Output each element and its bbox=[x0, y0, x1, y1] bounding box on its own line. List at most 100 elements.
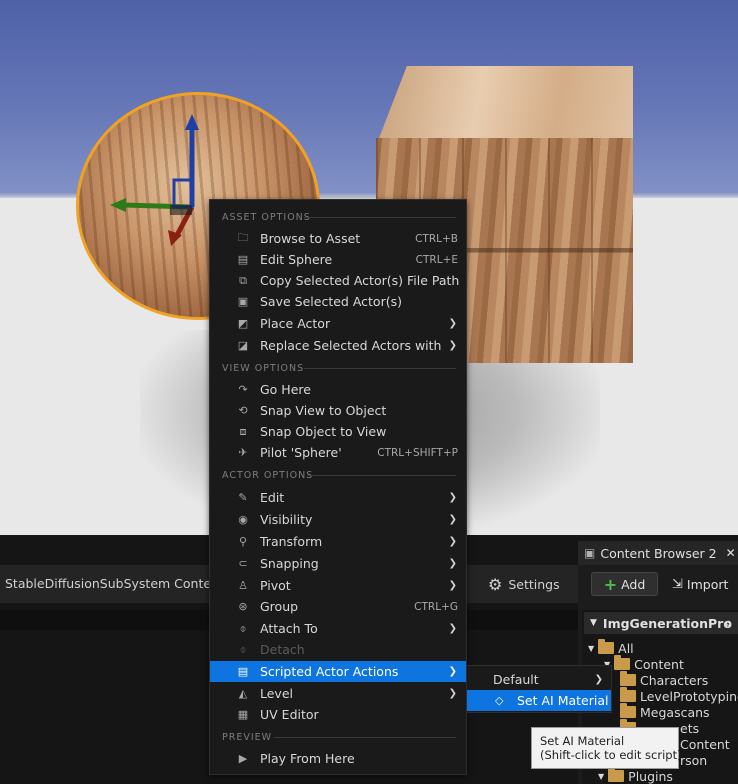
menu-item-browse-to-asset[interactable]: 🗀 Browse to Asset CTRL+B bbox=[210, 228, 466, 249]
snap-object-icon: ⧈ bbox=[239, 424, 247, 438]
actor-context-menu: ASSET OPTIONS 🗀 Browse to Asset CTRL+B ▤… bbox=[209, 199, 467, 775]
menu-label: Pilot 'Sphere' bbox=[260, 445, 342, 460]
menu-label: Group bbox=[260, 599, 299, 614]
settings-button[interactable]: ⚙ Settings bbox=[488, 572, 560, 596]
chevron-right-icon: ❯ bbox=[448, 492, 457, 503]
cube-top-face bbox=[376, 66, 633, 146]
menu-label: Detach bbox=[260, 642, 305, 657]
tree-label: Plugins bbox=[628, 768, 673, 784]
script-icon: ▤ bbox=[237, 665, 249, 678]
settings-label: Settings bbox=[508, 576, 560, 592]
menu-item-attach-to[interactable]: ⌽ Attach To ❯ bbox=[210, 618, 466, 639]
menu-item-transform[interactable]: ⚲ Transform ❯ bbox=[210, 531, 466, 552]
shortcut: CTRL+B bbox=[415, 232, 458, 245]
add-button[interactable]: + Add bbox=[591, 572, 658, 596]
pilot-icon: ✈ bbox=[238, 446, 248, 459]
chevron-right-icon: ❯ bbox=[448, 340, 457, 351]
folder-icon bbox=[620, 703, 636, 718]
eye-icon: ◉ bbox=[238, 513, 248, 526]
transform-gizmo-icon[interactable] bbox=[104, 112, 214, 252]
chevron-down-icon: ▼ bbox=[598, 771, 605, 781]
menu-label: Level bbox=[260, 686, 293, 701]
close-icon[interactable]: ✕ bbox=[726, 546, 736, 560]
tree-item-plugins[interactable]: ▼ Plugins bbox=[598, 767, 673, 784]
folder-icon bbox=[620, 671, 636, 686]
search-icon[interactable]: ⌕ bbox=[725, 616, 732, 631]
import-button[interactable]: ⇲ Import bbox=[672, 572, 728, 596]
menu-item-place-actor[interactable]: ◩ Place Actor ❯ bbox=[210, 313, 466, 334]
menu-item-pilot[interactable]: ✈ Pilot 'Sphere' CTRL+SHIFT+P bbox=[210, 442, 466, 463]
import-icon: ⇲ bbox=[672, 576, 683, 592]
tree-item-content[interactable]: ▼ Content bbox=[604, 655, 684, 672]
menu-label: Place Actor bbox=[260, 316, 331, 331]
transform-icon: ⚲ bbox=[238, 535, 248, 548]
menu-label: Transform bbox=[260, 534, 323, 549]
chevron-right-icon: ❯ bbox=[448, 580, 457, 591]
menu-item-copy-path[interactable]: ⧉ Copy Selected Actor(s) File Path bbox=[210, 270, 466, 291]
menu-item-edit[interactable]: ✎ Edit ❯ bbox=[210, 487, 466, 508]
import-label: Import bbox=[686, 576, 729, 592]
tree-item-levelprototyping[interactable]: LevelPrototyping bbox=[620, 687, 738, 704]
copy-icon: ⧉ bbox=[239, 273, 247, 287]
submenu-label: Default bbox=[493, 672, 539, 687]
menu-item-go-here[interactable]: ↷ Go Here bbox=[210, 379, 466, 400]
menu-item-detach: ⌽ Detach bbox=[210, 639, 466, 660]
chevron-right-icon: ❯ bbox=[448, 666, 457, 677]
project-header-label: ImgGenerationPro bbox=[602, 615, 732, 631]
tree-item-all[interactable]: ▼ All bbox=[588, 639, 634, 656]
menu-label: Attach To bbox=[260, 621, 318, 636]
tooltip-hint: (Shift-click to edit script) bbox=[540, 748, 682, 762]
tree-label: Characters bbox=[640, 672, 709, 688]
menu-item-save-actors[interactable]: ▣ Save Selected Actor(s) bbox=[210, 291, 466, 312]
menu-item-edit-sphere[interactable]: ▤ Edit Sphere CTRL+E bbox=[210, 249, 466, 270]
project-header[interactable]: ▼ ImgGenerationPro ⌕ bbox=[584, 612, 738, 634]
shortcut: CTRL+SHIFT+P bbox=[377, 446, 458, 459]
menu-label: Go Here bbox=[260, 382, 311, 397]
menu-label: Replace Selected Actors with bbox=[260, 338, 442, 353]
chevron-right-icon: ❯ bbox=[448, 558, 457, 569]
tree-label: Content bbox=[634, 656, 684, 672]
menu-item-pivot[interactable]: ♙ Pivot ❯ bbox=[210, 575, 466, 596]
chevron-right-icon: ❯ bbox=[448, 688, 457, 699]
pencil-icon: ✎ bbox=[238, 491, 248, 504]
menu-item-snapping[interactable]: ⊂ Snapping ❯ bbox=[210, 553, 466, 574]
menu-label: Snap Object to View bbox=[260, 424, 387, 439]
menu-item-scripted-actor-actions[interactable]: ▤ Scripted Actor Actions ❯ bbox=[210, 661, 466, 682]
menu-label: Pivot bbox=[260, 578, 291, 593]
chevron-down-icon: ▼ bbox=[590, 618, 597, 628]
menu-label: UV Editor bbox=[260, 707, 319, 722]
menu-label: Scripted Actor Actions bbox=[260, 664, 399, 679]
paperclip-icon: ⌽ bbox=[239, 621, 247, 635]
submenu-item-default[interactable]: Default ❯ bbox=[467, 669, 611, 690]
tooltip: Set AI Material (Shift-click to edit scr… bbox=[531, 727, 682, 769]
content-browser-tab[interactable]: ▣ Content Browser 2 ✕ bbox=[578, 541, 738, 565]
folder-icon bbox=[614, 655, 631, 670]
section-view-options: VIEW OPTIONS bbox=[222, 362, 305, 374]
menu-label: Play From Here bbox=[260, 751, 355, 766]
menu-item-replace-actors[interactable]: ◪ Replace Selected Actors with ❯ bbox=[210, 335, 466, 356]
menu-item-level[interactable]: ◭ Level ❯ bbox=[210, 683, 466, 704]
submenu-item-set-ai-material[interactable]: ◇ Set AI Material bbox=[467, 690, 611, 711]
folder-icon bbox=[608, 767, 625, 782]
folder-icon bbox=[620, 687, 636, 702]
menu-item-group[interactable]: ⊛ Group CTRL+G bbox=[210, 596, 466, 617]
menu-item-visibility[interactable]: ◉ Visibility ❯ bbox=[210, 509, 466, 530]
tree-item-characters[interactable]: Characters bbox=[620, 671, 709, 688]
tree-label: rson bbox=[680, 752, 708, 768]
menu-label: Edit bbox=[260, 490, 285, 505]
tree-item-megascans[interactable]: Megascans bbox=[620, 703, 710, 720]
menu-item-play-from-here[interactable]: ▶ Play From Here bbox=[210, 748, 466, 769]
divider bbox=[304, 368, 456, 369]
menu-item-snap-object[interactable]: ⧈ Snap Object to View bbox=[210, 421, 466, 442]
chevron-right-icon: ❯ bbox=[448, 318, 457, 329]
script-action-icon: ◇ bbox=[495, 694, 504, 707]
sds-content-tab[interactable]: StableDiffusionSubSystem Content bbox=[5, 576, 224, 591]
go-here-icon: ↷ bbox=[238, 383, 248, 396]
menu-item-uv-editor[interactable]: ▦ UV Editor bbox=[210, 704, 466, 725]
chevron-right-icon: ❯ bbox=[594, 674, 603, 685]
section-asset-options: ASSET OPTIONS bbox=[222, 211, 311, 223]
chevron-right-icon: ❯ bbox=[448, 623, 457, 634]
chevron-right-icon: ❯ bbox=[448, 536, 457, 547]
level-icon: ◭ bbox=[238, 687, 248, 700]
menu-item-snap-view[interactable]: ⟲ Snap View to Object bbox=[210, 400, 466, 421]
